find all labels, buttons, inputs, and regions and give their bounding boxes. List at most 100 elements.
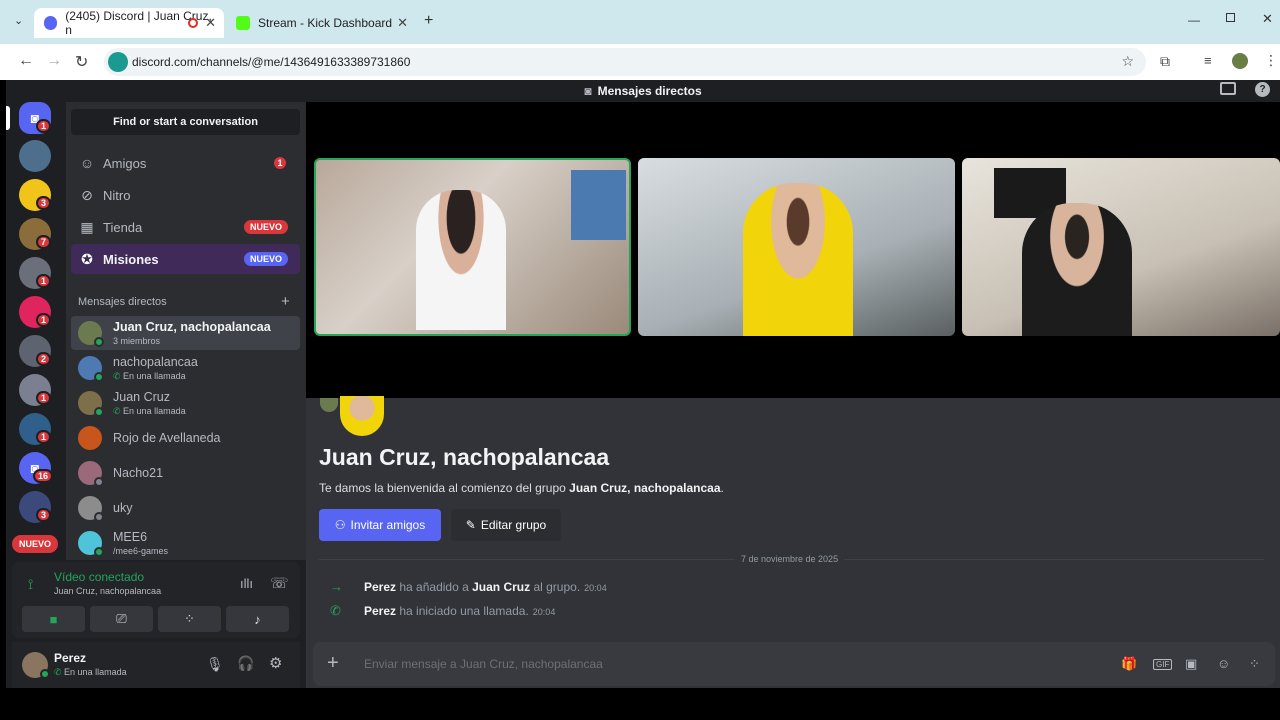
gift-icon[interactable]: 🎁 [1121,656,1137,672]
dm-item[interactable]: MEE6 /mee6-games [71,526,300,560]
emoji-icon[interactable]: ☺ [1217,656,1230,671]
server-icon[interactable]: ◙ 16 [19,452,54,484]
new-tab-icon[interactable]: + [424,12,433,30]
group-welcome: Te damos la bienvenida al comienzo del g… [319,481,724,495]
help-icon[interactable]: ? [1255,82,1270,97]
screen-share-icon: ⎚ [116,611,127,626]
message-time: 20:04 [584,583,607,593]
tab-search-icon[interactable]: ⌄ [14,14,23,27]
pencil-icon: ✎ [465,518,476,532]
soundboard-icon: ♪ [254,611,261,627]
server-badge: 2 [36,352,52,366]
server-icon[interactable]: 1 [19,374,52,406]
home-discord-icon[interactable]: ◙ 1 [19,102,52,134]
video-tile-nachopalancaa[interactable] [638,158,955,336]
friends-icon: ☺ [79,155,95,171]
invite-friends-button[interactable]: ⚇ Invitar amigos [319,509,441,541]
create-dm-icon[interactable]: + [281,293,290,310]
back-icon[interactable]: ← [18,52,34,70]
nav-quests[interactable]: ✪ Misiones NUEVO [71,244,300,274]
participant-video [1022,203,1132,336]
close-tab-icon[interactable]: ✕ [205,15,216,31]
message-actor[interactable]: Perez [364,604,396,618]
minimize-icon[interactable]: — [1188,13,1200,27]
video-tile-perez[interactable] [962,158,1280,336]
search-input[interactable]: Find or start a conversation [71,109,300,135]
server-icon[interactable]: 1 [19,413,52,445]
server-icon[interactable]: 7 [19,218,52,250]
status-icon [94,372,104,382]
camera-icon: ■ [49,611,58,627]
reload-icon[interactable]: ↻ [75,52,88,72]
maximize-icon[interactable] [1226,13,1235,22]
dm-item[interactable]: nachopalancaa ✆ En una llamada [71,351,300,385]
tab-kick[interactable]: Stream - Kick Dashboard ✕ [226,8,416,38]
url-field[interactable]: discord.com/channels/@me/143649163338973… [104,48,1146,76]
gif-icon[interactable]: GIF [1153,659,1173,670]
message-target[interactable]: Juan Cruz [472,580,530,594]
date-divider-label: 7 de noviembre de 2025 [735,554,845,564]
microphone-icon[interactable]: 🎙 [206,656,224,673]
edit-group-button[interactable]: ✎ Editar grupo [451,509,561,541]
tab-discord[interactable]: (2405) Discord | Juan Cruz, n ✕ [34,8,224,38]
shop-icon: ▦ [80,218,94,235]
extensions-icon[interactable]: ⧉ [1160,53,1170,70]
dm-sub: 3 miembros [113,336,161,346]
nav-nitro[interactable]: ⊘ Nitro [71,180,300,210]
nav-label: Amigos [103,155,147,171]
server-icon[interactable] [19,140,51,172]
server-icon[interactable]: 3 [19,179,52,211]
dm-item[interactable]: Rojo de Avellaneda [71,421,300,455]
site-info-icon[interactable] [108,52,128,72]
message-time: 20:04 [532,607,556,617]
noise-suppression-icon[interactable]: ıllı [240,576,253,591]
activities-button[interactable]: ⁘ [158,606,221,632]
server-badge: 3 [36,508,52,522]
camera-button[interactable]: ■ [22,606,85,632]
inbox-icon[interactable] [1220,82,1236,95]
edit-label: Editar grupo [480,518,547,532]
nav-shop[interactable]: ▦ Tienda NUEVO [71,212,300,242]
message-text: ha añadido a [396,580,473,594]
welcome-suffix: . [720,481,724,495]
dm-item[interactable]: Juan Cruz ✆ En una llamada [71,386,300,420]
window-close-icon[interactable]: ✕ [1262,11,1273,27]
status-icon [40,669,50,679]
media-controls-icon[interactable]: ≡ [1204,53,1212,68]
server-icon[interactable]: 1 [19,257,52,289]
dm-name: nachopalancaa [113,355,198,369]
close-tab-icon[interactable]: ✕ [397,15,408,31]
home-badge: 1 [36,119,52,133]
forward-icon[interactable]: → [46,52,62,70]
attach-plus-icon[interactable]: + [327,652,339,675]
profile-avatar[interactable] [1232,53,1248,69]
message-actor[interactable]: Perez [364,580,396,594]
browser-menu-icon[interactable]: ⋮ [1264,52,1278,69]
message-composer[interactable]: + Enviar mensaje a Juan Cruz, nachopalan… [313,642,1275,686]
bookmark-star-icon[interactable]: ☆ [1121,53,1134,70]
video-tile-juan-cruz[interactable] [314,158,631,336]
voice-channel[interactable]: Juan Cruz, nachopalancaa [54,586,161,596]
headphones-icon[interactable]: 🎧 [237,655,254,672]
apps-icon[interactable]: ⁘ [1249,656,1260,672]
soundboard-button[interactable]: ♪ [226,606,289,632]
composer-placeholder[interactable]: Enviar mensaje a Juan Cruz, nachopalanca… [364,657,603,671]
nav-friends[interactable]: ☺ Amigos 1 [71,148,300,178]
user-status: ✆ En una llamada [54,667,127,678]
dm-item[interactable]: Juan Cruz, nachopalancaa 3 miembros [71,316,300,350]
server-icon[interactable]: 2 [19,335,52,367]
disconnect-icon[interactable]: ☏ [270,574,289,592]
status-icon [94,337,104,347]
dm-item[interactable]: uky [71,491,300,525]
sticker-icon[interactable]: ▣ [1185,656,1197,672]
screen-share-button[interactable]: ⎚ [90,606,153,632]
new-badge[interactable]: NUEVO [12,535,58,553]
dm-section-header: Mensajes directos [78,296,167,308]
server-icon[interactable]: 1 [19,296,52,328]
welcome-text: Te damos la bienvenida al comienzo del g… [319,481,570,495]
dm-item[interactable]: Nacho21 [71,456,300,490]
dm-sub: ✆ En una llamada [113,371,186,382]
welcome-group-name: Juan Cruz, nachopalancaa [569,481,721,495]
settings-gear-icon[interactable]: ⚙ [269,654,282,672]
server-icon[interactable]: 3 [19,491,52,523]
